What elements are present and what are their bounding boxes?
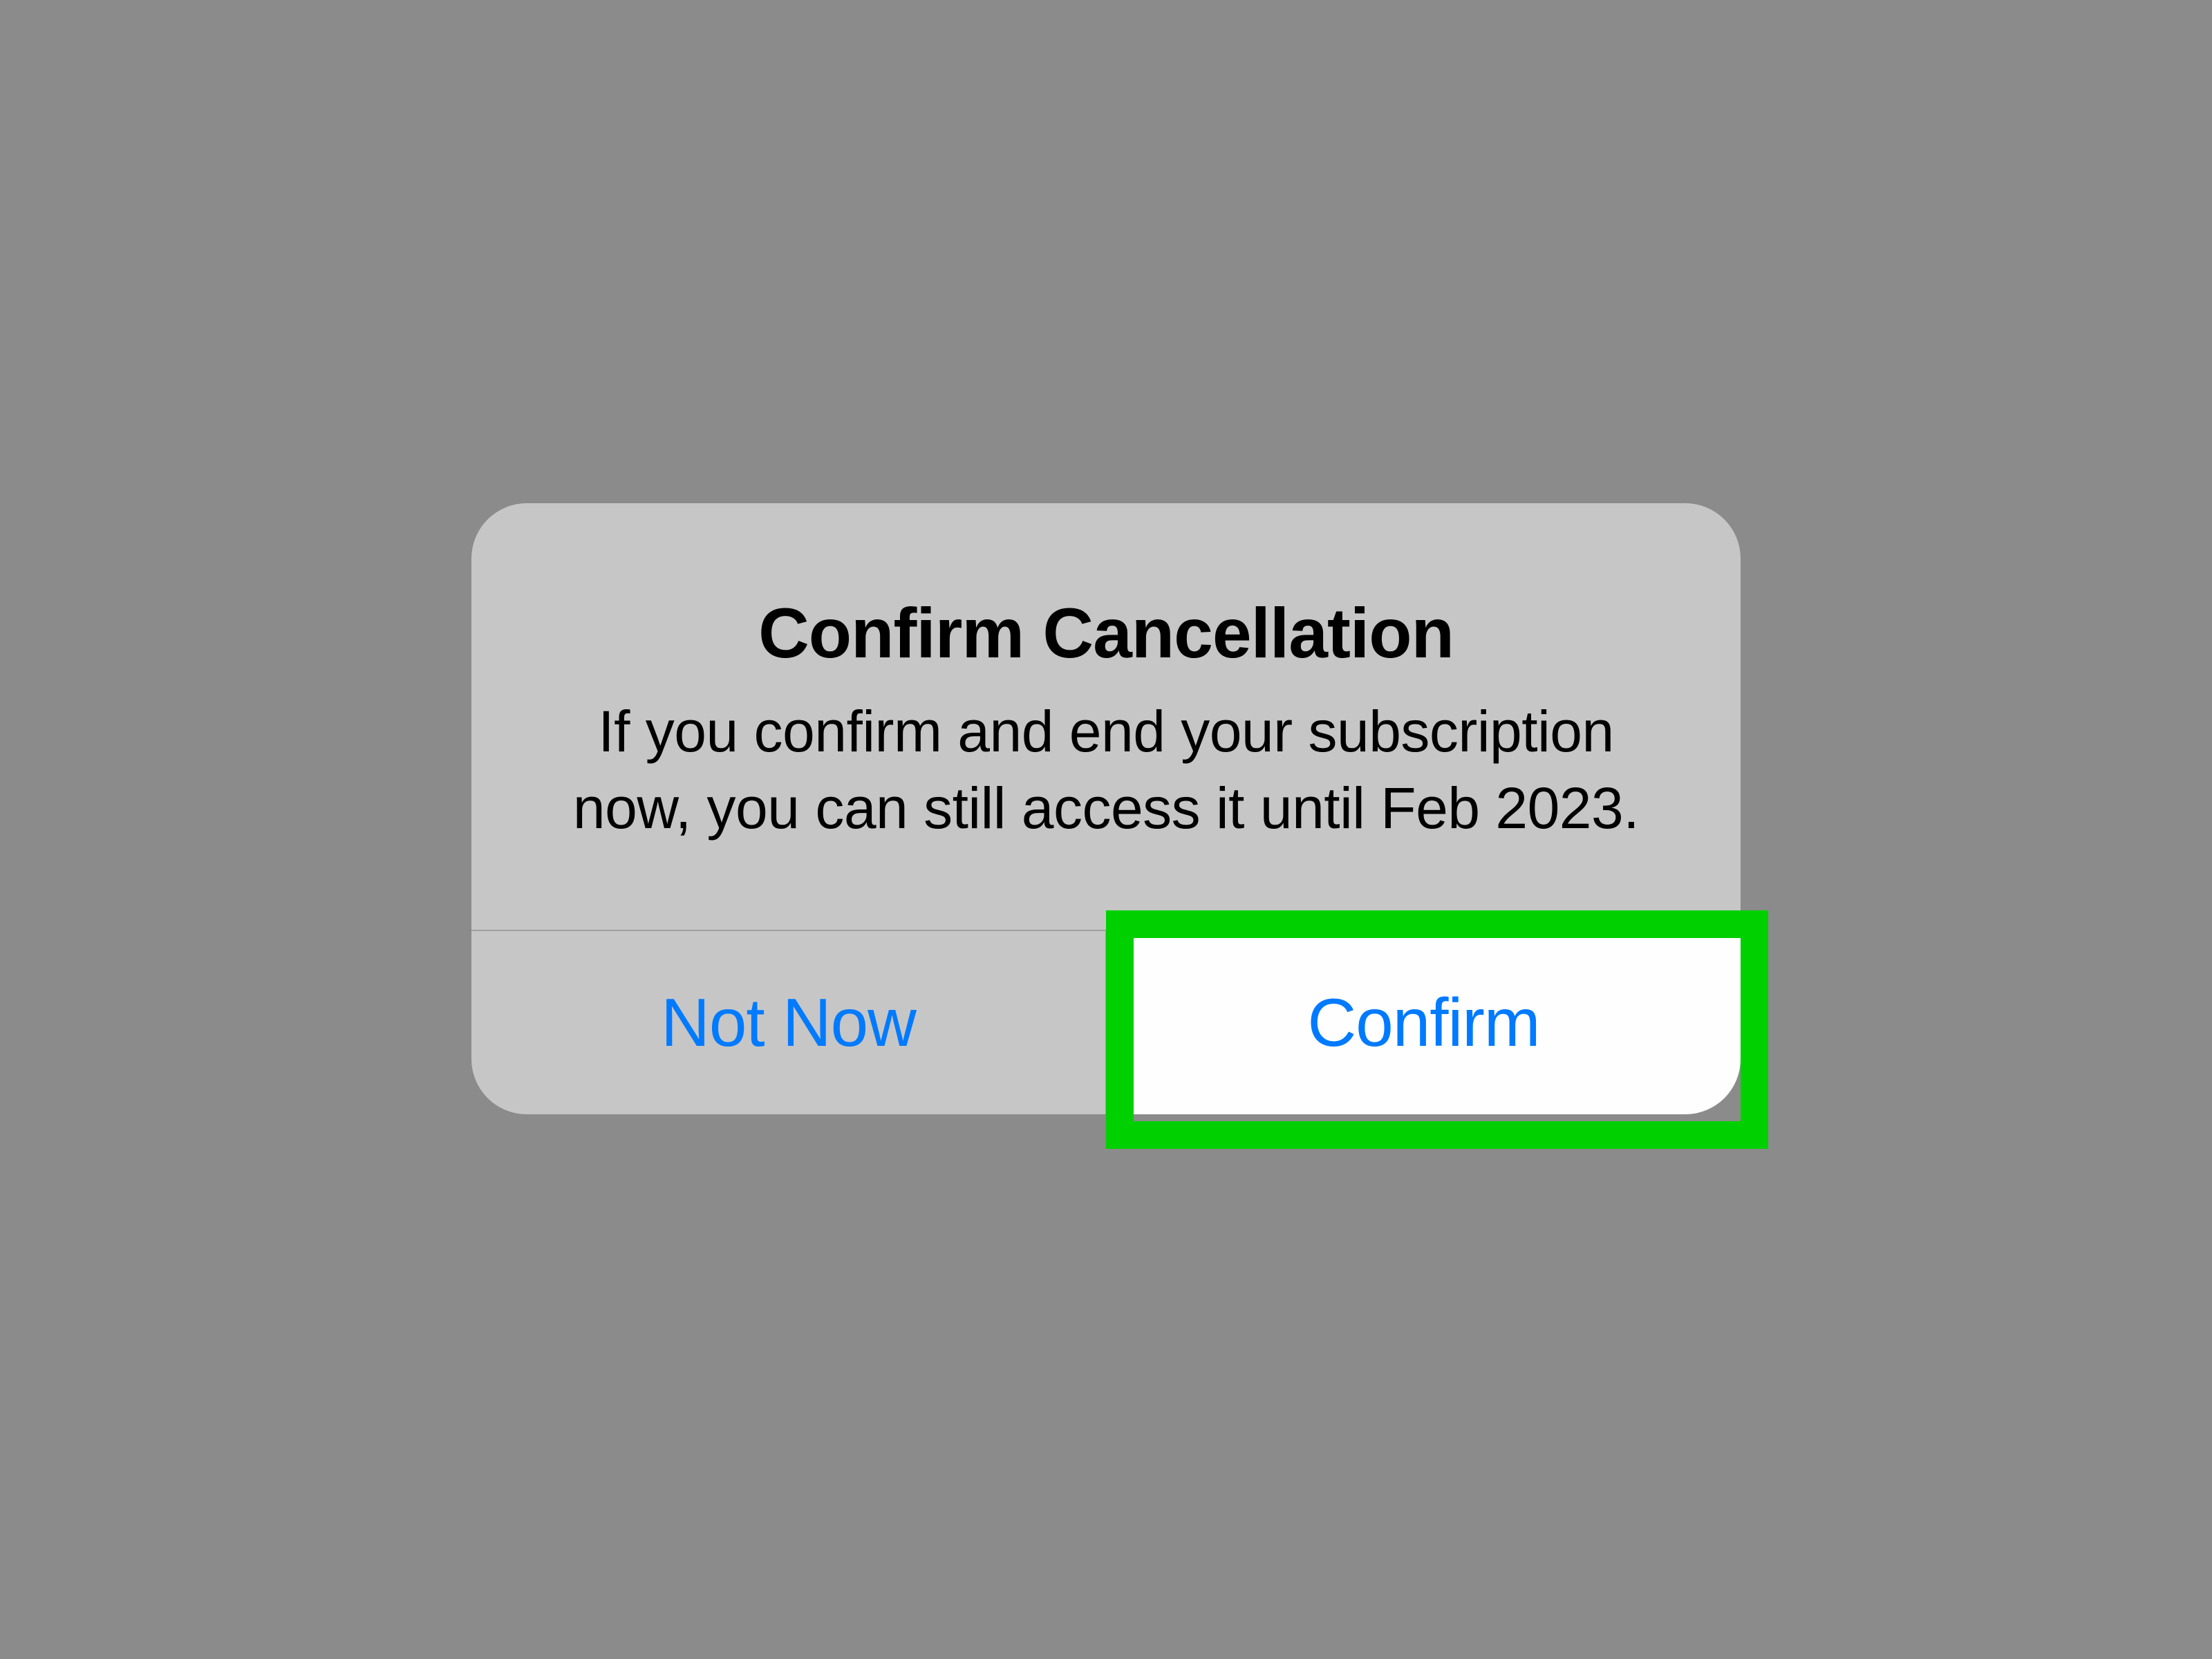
dialog-body: Confirm Cancellation If you confirm and … bbox=[471, 503, 1741, 930]
confirmation-dialog: Confirm Cancellation If you confirm and … bbox=[471, 503, 1741, 1114]
dialog-button-row: Not Now Confirm bbox=[471, 930, 1741, 1114]
dialog-title: Confirm Cancellation bbox=[534, 593, 1678, 674]
dialog-message: If you confirm and end your subscription… bbox=[534, 693, 1678, 847]
confirm-button[interactable]: Confirm bbox=[1106, 931, 1741, 1114]
not-now-button[interactable]: Not Now bbox=[471, 931, 1106, 1114]
